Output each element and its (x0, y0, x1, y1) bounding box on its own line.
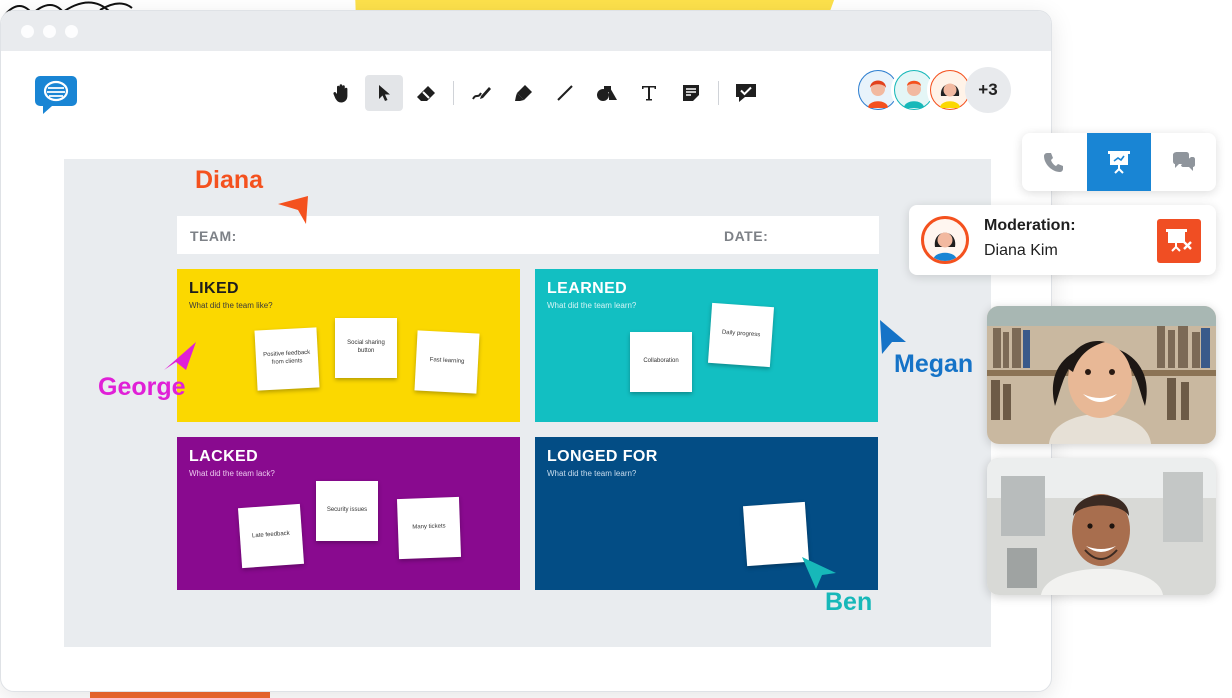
avatar (921, 216, 969, 264)
sticky-note[interactable]: Daily progress (707, 302, 775, 368)
quadrant-lacked[interactable]: LACKED What did the team lack? Late feed… (177, 437, 520, 590)
quadrant-subtitle: What did the team lack? (189, 469, 275, 478)
cursor-arrow-icon (278, 196, 308, 224)
phone-mode-button[interactable] (1022, 133, 1087, 191)
participant-avatars: +3 (855, 67, 1011, 113)
presentation-icon (1108, 151, 1130, 174)
quadrant-liked[interactable]: LIKED What did the team like? Positive f… (177, 269, 520, 422)
shapes-icon[interactable] (588, 75, 626, 111)
cursor-arrow-icon (802, 557, 836, 589)
cursor-arrow-icon (164, 342, 196, 370)
quadrant-subtitle: What did the team like? (189, 301, 273, 310)
moderation-title: Moderation: (984, 217, 1076, 234)
window-titlebar (1, 11, 1051, 51)
participant-video-image (987, 306, 1216, 444)
presentation-mode-button[interactable] (1086, 133, 1152, 191)
app-logo-icon[interactable] (33, 74, 79, 114)
sticky-note[interactable]: Late feedback (237, 503, 305, 569)
quadrant-subtitle: What did the team learn? (547, 469, 637, 478)
retrospective-board[interactable]: TEAM: DATE: LIKED What did the team like… (64, 159, 991, 647)
window-dot[interactable] (65, 24, 78, 38)
sticky-note[interactable]: Many tickets (396, 496, 462, 560)
cursor-label-diana: Diana (195, 166, 264, 194)
moderation-card: Moderation: Diana Kim (909, 205, 1216, 275)
sticky-note[interactable]: Collaboration (630, 332, 692, 392)
pen-icon[interactable] (462, 75, 500, 111)
cursor-label-ben: Ben (825, 588, 873, 616)
line-icon[interactable] (546, 75, 584, 111)
quadrant-learned[interactable]: LEARNED What did the team learn? Collabo… (535, 269, 878, 422)
toolbar-separator (718, 81, 719, 105)
chat-mode-button[interactable] (1151, 133, 1216, 191)
moderator-name: Diana Kim (984, 242, 1058, 259)
hand-icon[interactable] (323, 75, 361, 111)
stage: +3 TEAM: DATE: LIKED What did the team l… (0, 0, 1232, 698)
stop-presentation-button[interactable] (1157, 219, 1201, 263)
feedback-icon[interactable] (727, 75, 765, 111)
cursor-arrow-icon (880, 320, 906, 354)
participant-video-image (987, 458, 1216, 595)
cursor-label-george: George (98, 373, 186, 401)
team-label: TEAM: (190, 228, 237, 244)
date-label: DATE: (724, 228, 769, 244)
video-tile[interactable] (987, 458, 1216, 595)
sticky-note[interactable]: Positive feedback from clients (254, 327, 320, 391)
text-icon[interactable] (630, 75, 668, 111)
toolbar-separator (453, 81, 454, 105)
sticky-note-icon[interactable] (672, 75, 710, 111)
eraser-icon[interactable] (407, 75, 445, 111)
communication-mode-bar (1022, 133, 1216, 191)
sticky-note[interactable]: Security issues (316, 481, 378, 541)
phone-icon (1044, 153, 1064, 172)
more-participants-badge[interactable]: +3 (965, 67, 1011, 113)
sticky-note[interactable]: Social sharing button (335, 318, 397, 378)
quadrant-title: LONGED FOR (547, 448, 658, 465)
quadrant-title: LEARNED (547, 280, 628, 297)
quadrant-title: LACKED (189, 448, 259, 465)
whiteboard-toolbar (323, 75, 765, 111)
quadrant-title: LIKED (189, 280, 239, 297)
pointer-icon[interactable] (365, 75, 403, 111)
video-tile[interactable] (987, 306, 1216, 444)
highlighter-icon[interactable] (504, 75, 542, 111)
window-dot[interactable] (43, 24, 56, 38)
window-dot[interactable] (21, 24, 34, 38)
stop-presentation-icon (1166, 229, 1192, 252)
quadrant-subtitle: What did the team learn? (547, 301, 637, 310)
chat-icon (1172, 152, 1195, 171)
sticky-note[interactable]: Fast learning (414, 330, 480, 394)
